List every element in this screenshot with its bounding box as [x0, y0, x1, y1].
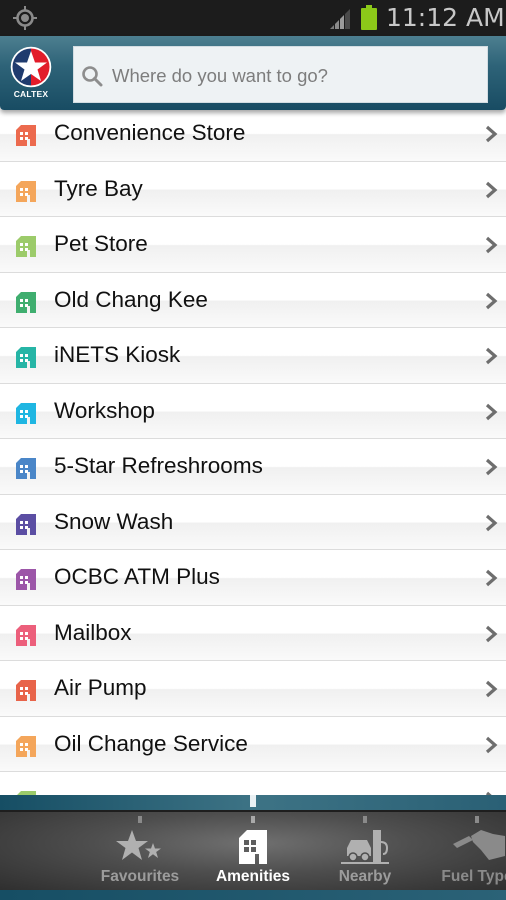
- amenity-label: Air Pump: [54, 675, 147, 700]
- tab-favourites[interactable]: Favourites: [85, 812, 195, 892]
- amenity-list-item[interactable]: Air Pump: [0, 661, 506, 717]
- tab-label: Fuel Type: [441, 868, 506, 885]
- building-icon: [16, 347, 36, 368]
- tab-bar-bottom-edge: [0, 890, 506, 900]
- building-icon: [16, 180, 36, 202]
- chevron-right-icon: [485, 458, 498, 476]
- tab-selection-indicator: [250, 795, 256, 807]
- chevron-right-icon: [485, 569, 498, 587]
- chevron-right-icon: [485, 514, 498, 531]
- signal-icon: [330, 9, 350, 29]
- building-icon: [16, 236, 36, 257]
- status-clock: 11:12 AM: [386, 3, 505, 32]
- tab-label: Amenities: [215, 868, 291, 885]
- building-icon: [16, 125, 36, 146]
- chevron-right-icon: [485, 292, 498, 309]
- building-icon: [16, 458, 36, 479]
- building-icon: [239, 830, 267, 864]
- battery-icon: [361, 5, 377, 30]
- gps-icon: [13, 6, 37, 30]
- bottom-tab-bar: Favourites Amenities Nearby Fuel Type: [0, 810, 506, 890]
- amenity-label: Snow Wash: [54, 508, 174, 534]
- chevron-right-icon: [485, 736, 498, 753]
- car-pump-icon: [341, 830, 389, 864]
- amenity-label: Convenience Store: [54, 120, 246, 145]
- amenity-label: Pet Store: [54, 231, 148, 256]
- building-icon: [16, 624, 36, 646]
- amenity-list-item[interactable]: Convenience Store: [0, 106, 506, 162]
- search-input[interactable]: [112, 47, 482, 104]
- amenity-list-item[interactable]: Oil Change Service: [0, 716, 506, 772]
- building-icon: [16, 513, 36, 535]
- tab-fuel-type[interactable]: Fuel Type: [422, 812, 506, 892]
- search-box[interactable]: [73, 46, 488, 104]
- amenity-list-item[interactable]: Snow Wash: [0, 494, 506, 550]
- tab-amenities[interactable]: Amenities: [198, 812, 308, 892]
- amenity-label: 5-Star Refreshrooms: [54, 453, 263, 478]
- tab-dot: [251, 816, 255, 823]
- building-icon: [16, 680, 36, 701]
- tab-label: Nearby: [338, 868, 392, 885]
- amenity-label: OCBC ATM Plus: [54, 564, 220, 589]
- stars-icon: [116, 830, 161, 860]
- tab-dot: [475, 816, 479, 823]
- amenity-label: Oil Change Service: [54, 730, 248, 756]
- chevron-right-icon: [485, 680, 498, 698]
- tab-dot: [138, 816, 142, 823]
- chevron-right-icon: [485, 181, 498, 198]
- amenity-list-item[interactable]: [0, 772, 506, 796]
- chevron-right-icon: [485, 403, 498, 420]
- caltex-logo[interactable]: CALTEX: [10, 46, 52, 104]
- status-bar: 11:12 AM: [0, 0, 506, 36]
- amenity-list-item[interactable]: Workshop: [0, 383, 506, 439]
- amenity-list-item[interactable]: OCBC ATM Plus: [0, 550, 506, 606]
- building-icon: [16, 291, 36, 313]
- chevron-right-icon: [485, 347, 498, 365]
- building-icon: [16, 569, 36, 590]
- amenity-label: Workshop: [54, 397, 155, 423]
- tab-nearby[interactable]: Nearby: [310, 812, 420, 892]
- amenity-label: Old Chang Kee: [54, 286, 208, 312]
- search-icon: [82, 66, 103, 87]
- chevron-right-icon: [485, 625, 498, 642]
- amenity-list-item[interactable]: 5-Star Refreshrooms: [0, 439, 506, 495]
- chevron-right-icon: [485, 236, 498, 254]
- amenity-label: Tyre Bay: [54, 175, 143, 201]
- building-icon: [16, 402, 36, 424]
- tab-label: Favourites: [100, 868, 180, 885]
- fuel-nozzle-icon: [453, 830, 505, 860]
- amenity-list-item[interactable]: Tyre Bay: [0, 161, 506, 217]
- building-icon: [16, 735, 36, 757]
- amenity-list-item[interactable]: Pet Store: [0, 217, 506, 273]
- caltex-star-icon: [10, 46, 52, 88]
- logo-text: CALTEX: [13, 89, 49, 99]
- app-header: CALTEX: [0, 36, 506, 110]
- amenity-list-item[interactable]: Mailbox: [0, 605, 506, 661]
- chevron-right-icon: [485, 125, 498, 143]
- amenities-list[interactable]: Convenience Store Tyre Bay Pet Store Old Ch…: [0, 106, 506, 796]
- amenity-list-item[interactable]: iNETS Kiosk: [0, 328, 506, 384]
- tab-dot: [363, 816, 367, 823]
- amenity-label: iNETS Kiosk: [54, 342, 181, 367]
- amenity-list-item[interactable]: Old Chang Kee: [0, 272, 506, 328]
- amenity-label: Mailbox: [54, 619, 132, 645]
